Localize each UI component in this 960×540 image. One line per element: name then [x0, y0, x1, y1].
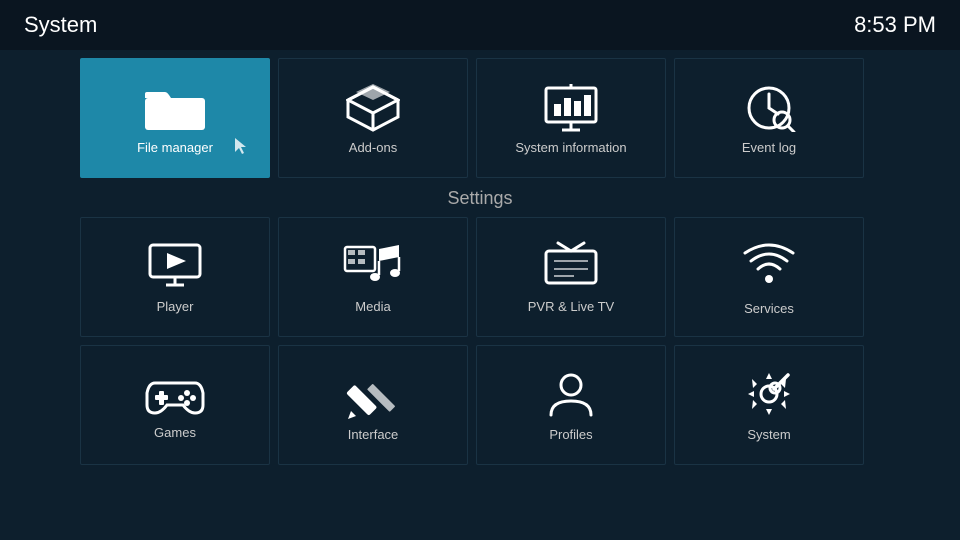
add-ons-icon — [346, 82, 400, 132]
pvr-live-tv-icon — [544, 241, 598, 291]
system-information-label: System information — [515, 140, 626, 155]
settings-row-1: Player Media — [80, 217, 880, 337]
tile-player[interactable]: Player — [80, 217, 270, 337]
file-manager-label: File manager — [137, 140, 213, 155]
tile-pvr-live-tv[interactable]: PVR & Live TV — [476, 217, 666, 337]
system-information-icon — [544, 82, 598, 132]
profiles-icon — [546, 369, 596, 419]
clock: 8:53 PM — [854, 12, 936, 38]
tile-media[interactable]: Media — [278, 217, 468, 337]
tile-add-ons[interactable]: Add-ons — [278, 58, 468, 178]
tile-services[interactable]: Services — [674, 217, 864, 337]
tile-event-log[interactable]: Event log — [674, 58, 864, 178]
settings-section-label: Settings — [80, 178, 880, 217]
page-title: System — [24, 12, 97, 38]
interface-icon — [346, 369, 400, 419]
system-icon — [742, 369, 796, 419]
games-label: Games — [154, 425, 196, 440]
tile-file-manager[interactable]: File manager — [80, 58, 270, 178]
tile-interface[interactable]: Interface — [278, 345, 468, 465]
games-icon — [145, 371, 205, 417]
cursor-indicator — [235, 138, 249, 161]
player-label: Player — [157, 299, 194, 314]
profiles-label: Profiles — [549, 427, 592, 442]
interface-label: Interface — [348, 427, 399, 442]
tile-system-information[interactable]: System information — [476, 58, 666, 178]
top-tiles-row: File manager — [80, 58, 880, 178]
system-label: System — [747, 427, 790, 442]
media-label: Media — [355, 299, 390, 314]
player-icon — [148, 241, 202, 291]
tile-profiles[interactable]: Profiles — [476, 345, 666, 465]
tile-games[interactable]: Games — [80, 345, 270, 465]
event-log-label: Event log — [742, 140, 796, 155]
file-manager-icon — [143, 82, 207, 132]
event-log-icon — [742, 82, 796, 132]
header: System 8:53 PM — [0, 0, 960, 50]
settings-row-2: Games Interface — [80, 345, 880, 465]
pvr-live-tv-label: PVR & Live TV — [528, 299, 614, 314]
services-icon — [742, 239, 796, 293]
services-label: Services — [744, 301, 794, 316]
add-ons-label: Add-ons — [349, 140, 397, 155]
main-content: File manager — [0, 50, 960, 481]
media-icon — [343, 241, 403, 291]
tile-system[interactable]: System — [674, 345, 864, 465]
